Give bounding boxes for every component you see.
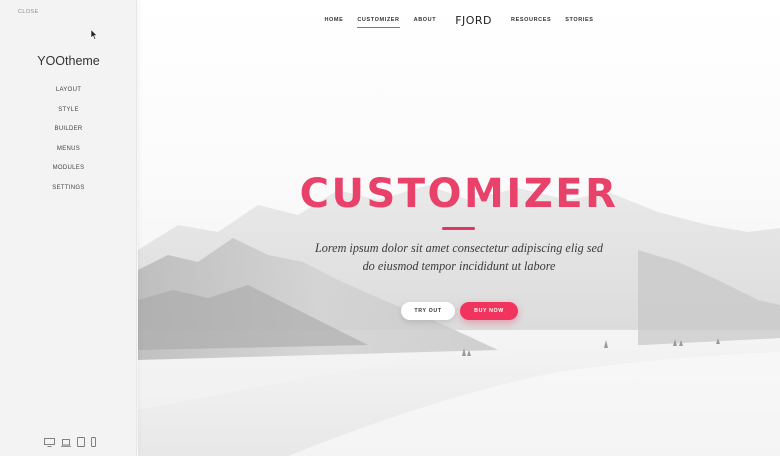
sidebar-menu: LAYOUT STYLE BUILDER MENUS MODULES SETTI… — [0, 84, 137, 202]
tablet-icon[interactable] — [77, 437, 85, 447]
sidebar-item-settings[interactable]: SETTINGS — [0, 182, 137, 202]
try-out-button[interactable]: TRY OUT — [401, 302, 455, 320]
customizer-sidebar: CLOSE YOOtheme LAYOUT STYLE BUILDER MENU… — [0, 0, 137, 456]
nav-about[interactable]: ABOUT — [414, 17, 437, 23]
sidebar-brand: YOOtheme — [37, 54, 100, 68]
buy-now-button[interactable]: BUY NOW — [460, 302, 518, 320]
sidebar-item-layout[interactable]: LAYOUT — [0, 84, 137, 104]
nav-stories[interactable]: STORIES — [565, 17, 593, 23]
nav-resources[interactable]: RESOURCES — [511, 17, 551, 23]
device-switcher — [44, 437, 96, 447]
hero-subtitle: Lorem ipsum dolor sit amet consectetur a… — [138, 239, 780, 275]
sidebar-item-menus[interactable]: MENUS — [0, 143, 137, 163]
title-underline — [442, 227, 475, 230]
main-navigation: HOME CUSTOMIZER ABOUT FJORD RESOURCES ST… — [138, 13, 780, 28]
hero-subtitle-line-1: Lorem ipsum dolor sit amet consectetur a… — [315, 241, 603, 255]
nav-home[interactable]: HOME — [324, 17, 343, 23]
sidebar-item-modules[interactable]: MODULES — [0, 162, 137, 182]
sidebar-item-builder[interactable]: BUILDER — [0, 123, 137, 143]
desktop-icon[interactable] — [44, 438, 55, 447]
hero-subtitle-line-2: do eiusmod tempor incididunt ut labore — [362, 259, 556, 273]
hero-title: CUSTOMIZER — [299, 171, 619, 217]
close-link[interactable]: CLOSE — [18, 9, 39, 15]
nav-customizer[interactable]: CUSTOMIZER — [357, 17, 400, 28]
phone-icon[interactable] — [91, 437, 96, 447]
mouse-cursor-icon — [90, 29, 98, 40]
laptop-icon[interactable] — [61, 439, 71, 447]
site-logo[interactable]: FJORD — [455, 14, 492, 27]
sidebar-item-style[interactable]: STYLE — [0, 104, 137, 124]
site-preview: HOME CUSTOMIZER ABOUT FJORD RESOURCES ST… — [138, 0, 780, 456]
